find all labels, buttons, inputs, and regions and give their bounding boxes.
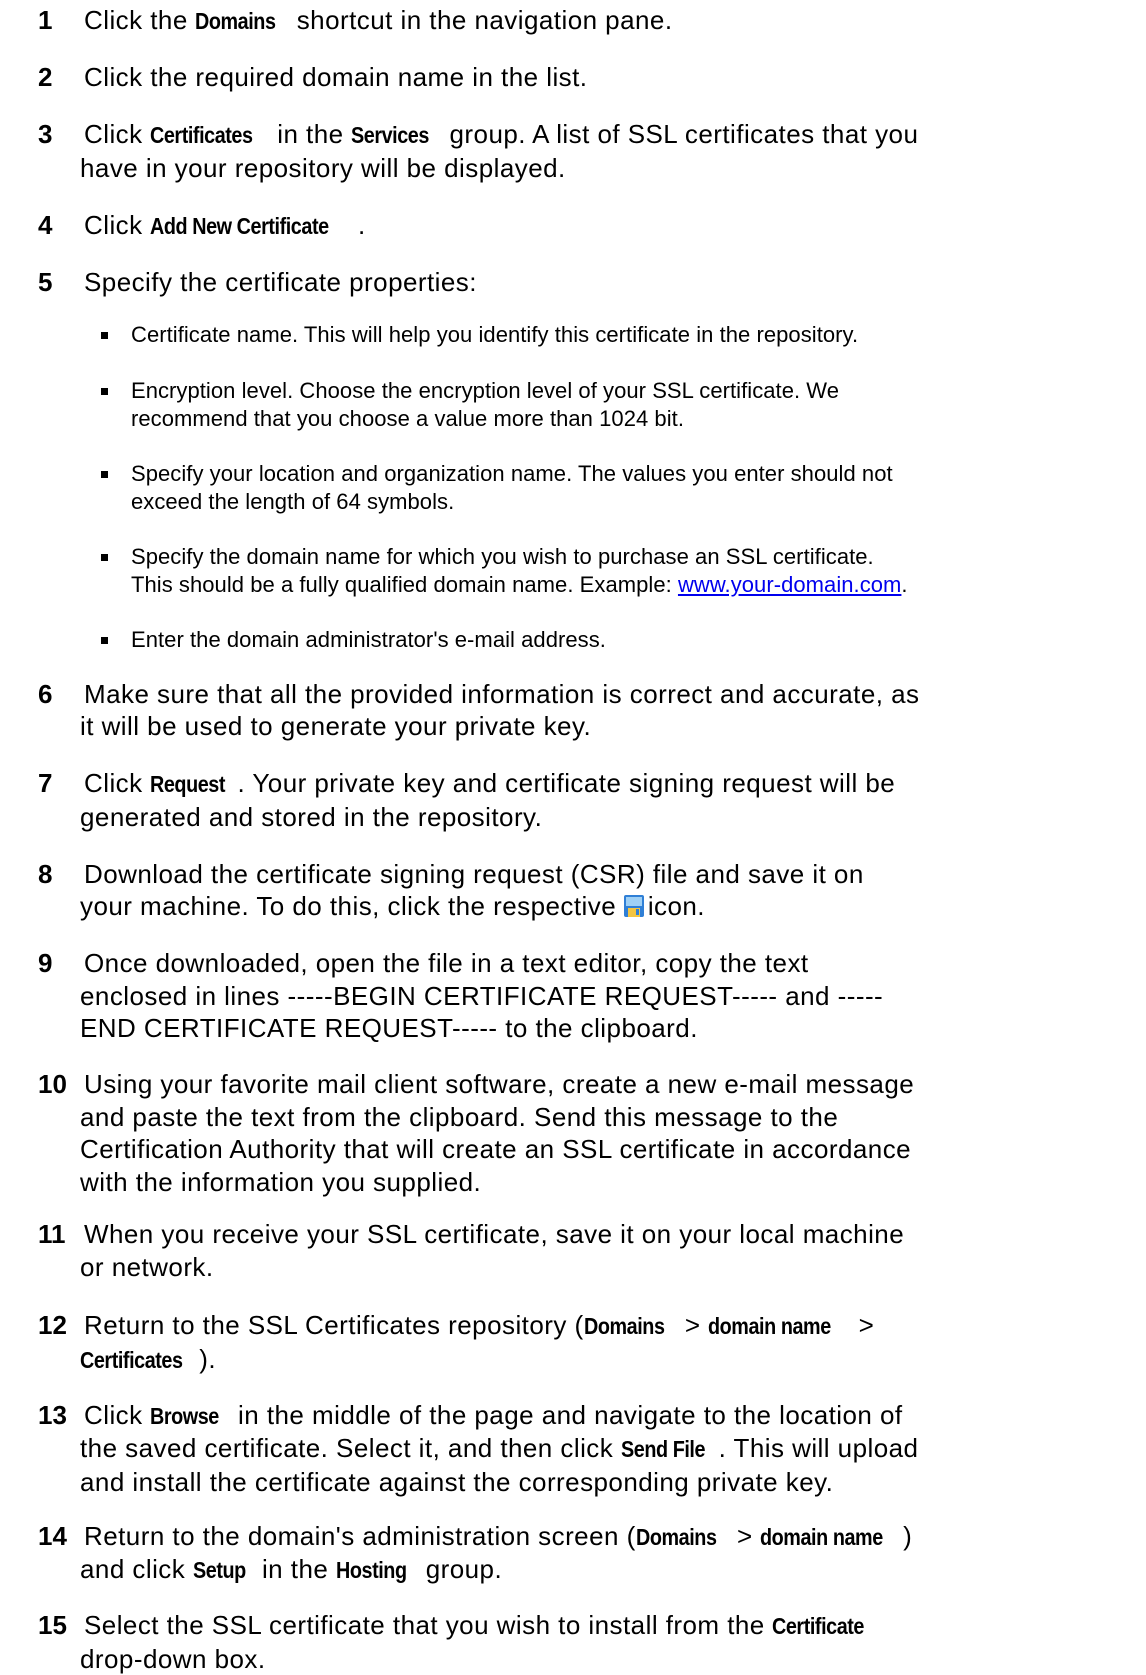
ui-term-hosting: Hosting: [335, 1557, 407, 1584]
ui-term-request: Request: [150, 771, 226, 798]
step-number: 12: [38, 1310, 67, 1341]
ui-term-domains: Domains: [195, 7, 276, 34]
step-number: 5: [38, 267, 53, 298]
step-number: 15: [38, 1610, 67, 1640]
ui-term-domains: Domains: [635, 1523, 717, 1550]
bullet-marker: [101, 332, 108, 340]
ui-term-certificate: Certificate: [772, 1613, 865, 1639]
ui-term-domains: Domains: [583, 1313, 665, 1340]
step-number: 6: [38, 678, 53, 709]
step-number: 10: [38, 1069, 67, 1099]
bullet-marker: [101, 636, 108, 644]
step-number: 3: [38, 119, 53, 150]
bullet-marker: [101, 470, 108, 478]
ui-term-add-new-certificate: Add New Certificate: [150, 212, 329, 239]
step-number: 7: [38, 768, 53, 799]
step-number: 9: [38, 947, 53, 978]
ui-term-send-file: Send File: [620, 1436, 705, 1463]
ui-term-domain-name: domain name: [708, 1313, 831, 1340]
floppy-disk-save-icon: [623, 895, 644, 918]
ui-term-setup: Setup: [192, 1557, 246, 1584]
step-number: 14: [38, 1520, 67, 1551]
step-number: 2: [38, 62, 53, 93]
step-number: 13: [38, 1399, 67, 1430]
step-number: 8: [38, 858, 53, 889]
bullet-marker: [101, 553, 108, 561]
step-number: 1: [38, 4, 53, 35]
example-domain-link[interactable]: www.your-domain.com: [678, 572, 901, 597]
ui-term-domain-name: domain name: [760, 1523, 884, 1550]
bullet-marker: [101, 388, 108, 396]
ui-term-certificates: Certificates: [150, 122, 253, 149]
ui-term-services: Services: [351, 122, 430, 149]
step-number: 11: [38, 1218, 66, 1249]
ui-term-certificates: Certificates: [80, 1346, 183, 1373]
step-number: 4: [38, 209, 53, 240]
ui-term-browse: Browse: [150, 1402, 220, 1429]
